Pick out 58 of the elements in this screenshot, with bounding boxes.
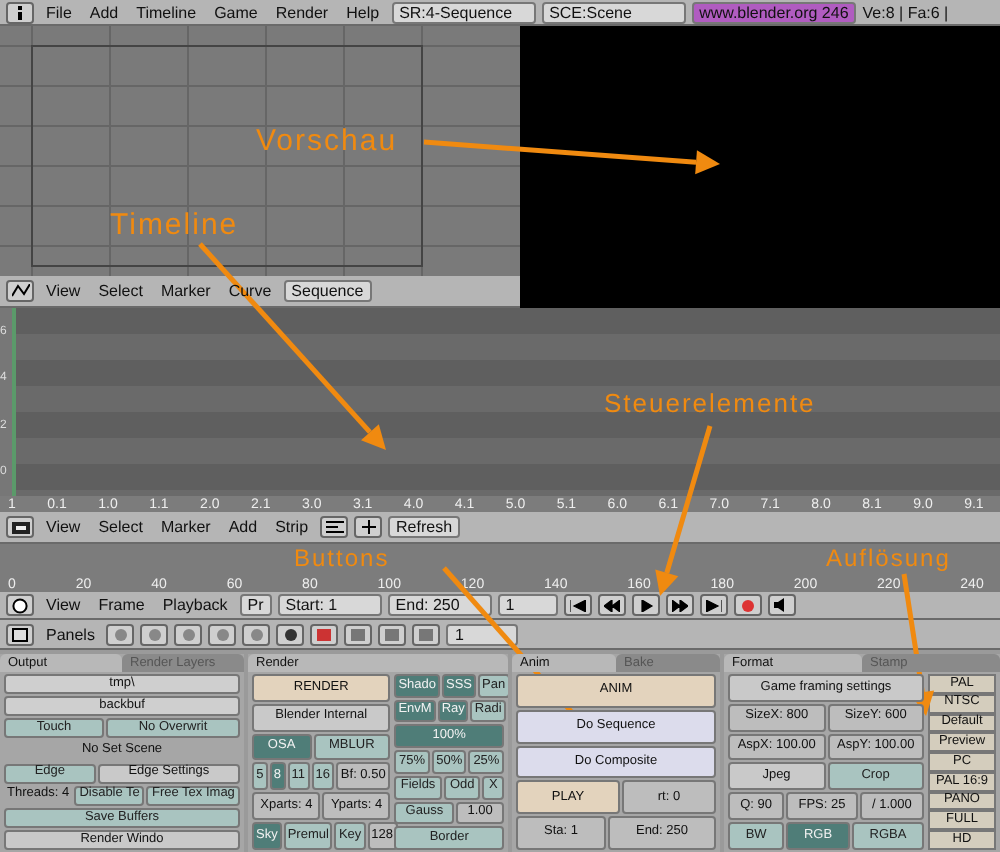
play-icon[interactable]: [631, 594, 660, 616]
fast-forward-icon[interactable]: [665, 594, 694, 616]
menu-item[interactable]: Timeline: [130, 3, 203, 21]
subcontext-icon[interactable]: [344, 623, 373, 645]
page-field[interactable]: 1: [446, 623, 519, 645]
stats-text: Ve:8 | Fa:6 |: [862, 3, 949, 21]
film-icon[interactable]: [6, 516, 34, 538]
scene-field[interactable]: SCE:Scene: [541, 1, 686, 23]
annotation-label: Vorschau: [256, 124, 398, 158]
lines-icon[interactable]: [320, 516, 349, 538]
rewind-icon[interactable]: [597, 594, 626, 616]
context-icon[interactable]: [242, 623, 271, 645]
panels-label: Panels: [44, 625, 97, 643]
subcontext-icon[interactable]: [310, 623, 339, 645]
menu-item[interactable]: File: [40, 3, 78, 21]
annotation-label: Buttons: [294, 544, 390, 572]
menu-item[interactable]: View: [40, 282, 87, 300]
menu-item[interactable]: Marker: [154, 518, 217, 536]
menu-item[interactable]: Help: [340, 3, 386, 21]
skip-end-icon[interactable]: [699, 594, 728, 616]
menu-item[interactable]: Add: [83, 3, 125, 21]
menu-item[interactable]: Playback: [156, 596, 234, 614]
graph-icon[interactable]: [6, 280, 34, 302]
record-icon[interactable]: [733, 594, 762, 616]
annotation-label: Timeline: [110, 208, 239, 242]
subcontext-icon[interactable]: [378, 623, 407, 645]
end-field[interactable]: End: 250: [387, 594, 492, 616]
info-icon[interactable]: [6, 1, 34, 23]
refresh-button[interactable]: Refresh: [388, 516, 461, 538]
context-icon[interactable]: [276, 623, 305, 645]
clock-icon[interactable]: [6, 594, 34, 616]
speaker-icon[interactable]: [767, 594, 796, 616]
screen-field[interactable]: SR:4-Sequence: [391, 1, 536, 23]
menu-item[interactable]: View: [40, 518, 87, 536]
menu-item[interactable]: Add: [222, 518, 264, 536]
url-label: www.blender.org 246: [691, 1, 857, 23]
start-field[interactable]: Start: 1: [277, 594, 382, 616]
menu-item[interactable]: Strip: [269, 518, 315, 536]
context-icon[interactable]: [140, 623, 169, 645]
menu-item[interactable]: Select: [92, 518, 149, 536]
window-type-icon[interactable]: [6, 623, 34, 645]
menu-item[interactable]: Marker: [154, 282, 217, 300]
mode-dropdown[interactable]: Sequence: [283, 280, 372, 302]
subcontext-icon[interactable]: [412, 623, 441, 645]
annotation-label: Steuerelemente: [604, 388, 816, 418]
context-icon[interactable]: [208, 623, 237, 645]
menu-item[interactable]: Select: [92, 282, 149, 300]
frame-field[interactable]: 1: [497, 594, 558, 616]
context-icon[interactable]: [106, 623, 135, 645]
menu-item[interactable]: View: [40, 596, 87, 614]
context-icon[interactable]: [174, 623, 203, 645]
menu-item[interactable]: Frame: [92, 596, 151, 614]
plus-icon[interactable]: [354, 516, 383, 538]
menu-item[interactable]: Game: [208, 3, 264, 21]
skip-start-icon[interactable]: [563, 594, 592, 616]
annotation-label: Auflösung: [826, 544, 951, 572]
range-toggle[interactable]: Pr: [239, 594, 272, 616]
menu-item[interactable]: Render: [269, 3, 335, 21]
